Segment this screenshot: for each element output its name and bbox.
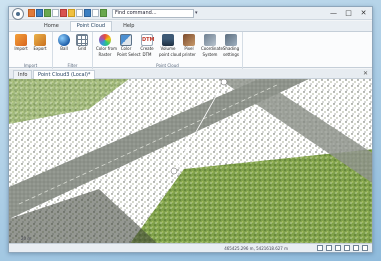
pixel-label-2: printer <box>182 51 196 57</box>
export-label: Export <box>33 46 47 51</box>
point-cloud-viewport[interactable]: 20 m <box>9 79 372 245</box>
shading-label-2: settings <box>223 51 239 57</box>
measure-point-icon[interactable] <box>170 167 178 175</box>
shading-label: Shading <box>222 46 240 51</box>
ball-button[interactable]: Ball <box>55 34 73 52</box>
help-icon[interactable] <box>84 9 91 17</box>
volume-label-2: point cloud <box>159 51 182 57</box>
rotate-icon[interactable] <box>335 245 341 251</box>
ribbon-group-filter: Ball Grid Filter <box>53 32 93 69</box>
volume-icon <box>162 34 174 46</box>
ribbon-tabs: Home Point Cloud Help <box>9 21 372 31</box>
close-icon[interactable]: ✕ <box>363 70 368 77</box>
doc-tab-info[interactable]: Info <box>13 70 33 79</box>
create-dtm-label: Create <box>140 46 154 51</box>
color-subset-icon <box>120 34 132 46</box>
scale-bar-label: 20 m <box>21 236 32 241</box>
tab-point-cloud[interactable]: Point Cloud <box>69 21 113 31</box>
grid-icon <box>76 34 88 46</box>
document-tab-strip: Info Point Cloud3 (Local)* ✕ <box>9 69 372 79</box>
undo-icon[interactable] <box>60 9 67 17</box>
coordinate-label-2: System <box>202 51 218 57</box>
grid-label: Grid <box>77 46 87 51</box>
print-icon[interactable] <box>52 9 59 17</box>
window-controls: — □ ✕ <box>329 8 368 19</box>
ribbon: Import Export Import Ball Grid Filter Co… <box>9 31 372 69</box>
find-command-combo[interactable]: Find command... <box>112 9 194 18</box>
import-label: Import <box>14 46 28 51</box>
color-from-raster-label-2: Raster <box>98 51 112 57</box>
chevron-down-icon[interactable]: ▾ <box>195 10 198 16</box>
import-icon <box>15 34 27 46</box>
close-button[interactable]: ✕ <box>359 8 368 19</box>
ribbon-group-import: Import Export Import <box>9 32 53 69</box>
zoom-icon[interactable] <box>326 245 332 251</box>
grid-button[interactable]: Grid <box>73 34 91 52</box>
point-cloud-render <box>9 79 372 245</box>
quick-access-toolbar <box>28 9 107 18</box>
layers-icon[interactable] <box>353 245 359 251</box>
color-from-raster-label: Color from <box>96 46 118 51</box>
export-icon <box>34 34 46 46</box>
shading-settings-button[interactable]: Shading settings <box>222 34 240 57</box>
dtm-icon: DTM <box>141 34 155 46</box>
pan-icon[interactable] <box>317 245 323 251</box>
color-point-select-button[interactable]: Color Point Select <box>117 34 141 57</box>
save-icon[interactable] <box>44 9 51 17</box>
settings-icon[interactable] <box>76 9 83 17</box>
shading-icon <box>225 34 237 46</box>
tab-home[interactable]: Home <box>37 21 66 31</box>
export-button[interactable]: Export <box>31 34 49 52</box>
pixel-icon <box>183 34 195 46</box>
sphere-icon <box>58 34 70 46</box>
maximize-button[interactable]: □ <box>344 8 353 19</box>
status-toolbar <box>317 245 368 251</box>
volume-label: Volume <box>160 46 176 51</box>
volume-point-cloud-button[interactable]: Volume point cloud <box>159 34 182 57</box>
pixel-label: Pixel <box>184 46 194 51</box>
group-label-import: Import <box>23 63 38 68</box>
redo-icon[interactable] <box>68 9 75 17</box>
create-dtm-button[interactable]: DTM Create DTM <box>138 34 156 57</box>
measure-icon[interactable] <box>344 245 350 251</box>
coordinate-label: Coordinate <box>201 46 223 51</box>
color-point-select-label-2: Point Select <box>117 51 141 57</box>
open-file-icon[interactable] <box>36 9 43 17</box>
measure-point-icon[interactable] <box>220 79 228 86</box>
group-label-point-cloud: Point Cloud <box>156 63 179 68</box>
coordinate-icon <box>204 34 216 46</box>
status-coordinates: 465425.296 m, 5421618.627 m <box>224 246 288 251</box>
ribbon-group-point-cloud: Color from Raster Color Point Select DTM… <box>93 32 243 69</box>
color-point-select-label: Color <box>120 46 132 51</box>
status-bar: 465425.296 m, 5421618.627 m <box>9 243 372 252</box>
color-from-raster-button[interactable]: Color from Raster <box>96 34 118 57</box>
new-file-icon[interactable] <box>28 9 35 17</box>
create-dtm-label-2: DTM <box>142 51 152 57</box>
app-logo-icon[interactable] <box>12 8 24 20</box>
pixel-printer-button[interactable]: Pixel printer <box>180 34 198 57</box>
group-label-filter: Filter <box>67 63 78 68</box>
application-window: Find command... ▾ — □ ✕ Home Point Cloud… <box>8 6 373 253</box>
fullscreen-icon[interactable] <box>362 245 368 251</box>
refresh-icon[interactable] <box>100 9 107 17</box>
tab-help[interactable]: Help <box>116 21 141 31</box>
minimize-button[interactable]: — <box>329 8 338 19</box>
ball-label: Ball <box>60 46 68 51</box>
title-bar: Find command... ▾ — □ ✕ <box>9 7 372 20</box>
doc-tab-point-cloud[interactable]: Point Cloud3 (Local)* <box>33 70 96 79</box>
layout-icon[interactable] <box>92 9 99 17</box>
coordinate-system-button[interactable]: Coordinate System <box>201 34 223 57</box>
import-button[interactable]: Import <box>12 34 30 52</box>
color-wheel-icon <box>99 34 111 46</box>
